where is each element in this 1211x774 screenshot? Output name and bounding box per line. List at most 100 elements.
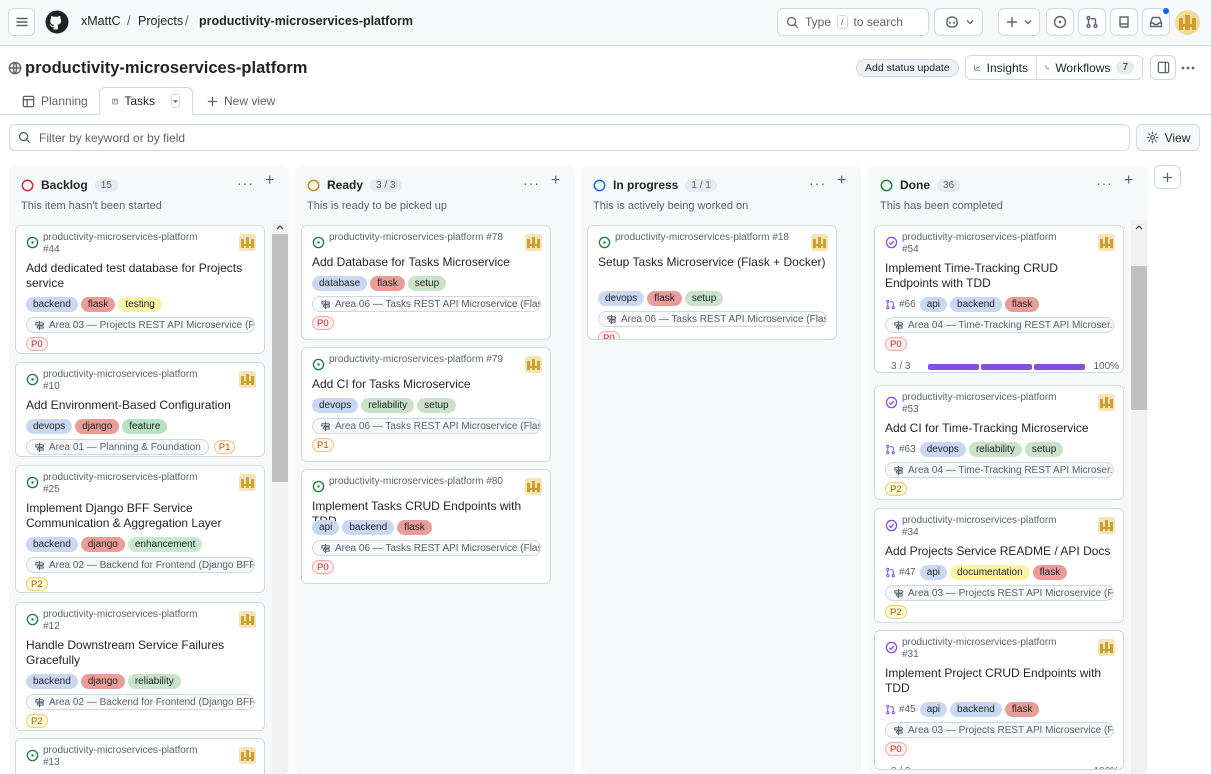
view-options-button[interactable]: View bbox=[1136, 124, 1200, 151]
priority-badge[interactable]: P0 bbox=[312, 316, 334, 330]
vertical-scrollbar[interactable] bbox=[272, 220, 288, 774]
column-menu-button[interactable]: ··· bbox=[237, 175, 254, 191]
issue-title[interactable]: Add dedicated test database for Projects… bbox=[26, 261, 254, 291]
column-menu-button[interactable]: ··· bbox=[523, 175, 540, 191]
assignee-avatar[interactable] bbox=[239, 747, 256, 764]
issue-card[interactable]: productivity-microservices-platform #25 Im… bbox=[15, 465, 265, 593]
insights-button[interactable]: Insights bbox=[965, 55, 1037, 80]
issue-reference[interactable]: productivity-microservices-platform #54 bbox=[902, 232, 1056, 256]
label-enhancement[interactable]: enhancement bbox=[127, 537, 203, 552]
assignee-avatar[interactable] bbox=[239, 234, 256, 251]
scroll-up-arrow[interactable] bbox=[272, 220, 288, 234]
assignee-avatar[interactable] bbox=[1098, 394, 1115, 411]
column-menu-button[interactable]: ··· bbox=[809, 175, 826, 191]
area-field[interactable]: Area 06 — Tasks REST API Microservice (F… bbox=[598, 311, 827, 327]
search-input[interactable]: Type / to search bbox=[777, 8, 929, 36]
add-item-button[interactable]: + bbox=[265, 172, 274, 190]
priority-badge[interactable]: P2 bbox=[26, 577, 48, 591]
issue-card[interactable]: productivity-microservices-platform #12 Ha… bbox=[15, 602, 265, 731]
linked-pull-request[interactable]: #63 bbox=[885, 444, 916, 455]
area-field[interactable]: Area 02 — Backend for Frontend (Django B… bbox=[26, 557, 255, 573]
label-devops[interactable]: devops bbox=[26, 419, 73, 434]
label-django[interactable]: django bbox=[75, 419, 120, 434]
issue-reference[interactable]: productivity-microservices-platform #12 bbox=[43, 609, 197, 633]
vertical-scrollbar[interactable] bbox=[1131, 220, 1147, 774]
side-panel-button[interactable] bbox=[1150, 55, 1176, 80]
label-flask[interactable]: flask bbox=[397, 520, 432, 535]
issue-card[interactable]: productivity-microservices-platform #44 Ad… bbox=[15, 225, 265, 354]
add-item-button[interactable]: + bbox=[551, 172, 560, 190]
assignee-avatar[interactable] bbox=[1098, 639, 1115, 656]
area-field[interactable]: Area 06 — Tasks REST API Microservice (F… bbox=[312, 540, 541, 556]
issue-card[interactable]: productivity-microservices-platform #80 I… bbox=[301, 469, 551, 584]
area-field[interactable]: Area 03 — Projects REST API Microservice… bbox=[885, 585, 1114, 601]
issue-title[interactable]: Add Environment-Based Configuration bbox=[26, 398, 254, 413]
label-flask[interactable]: flask bbox=[1032, 565, 1068, 580]
label-api[interactable]: api bbox=[919, 297, 948, 312]
pull-requests-button[interactable] bbox=[1078, 8, 1106, 36]
issue-card[interactable]: productivity-microservices-platform#13Do… bbox=[15, 738, 265, 774]
issue-card[interactable]: productivity-microservices-platform #31 Im… bbox=[874, 630, 1124, 770]
breadcrumb-project[interactable]: productivity-microservices-platform bbox=[199, 14, 413, 28]
issue-reference[interactable]: productivity-microservices-platform #34 bbox=[902, 515, 1056, 539]
label-reliability[interactable]: reliability bbox=[361, 398, 415, 413]
priority-badge[interactable]: P1 bbox=[312, 438, 334, 452]
issue-reference[interactable]: productivity-microservices-platform #53 bbox=[902, 392, 1056, 416]
label-documentation[interactable]: documentation bbox=[950, 565, 1030, 580]
label-backend[interactable]: backend bbox=[26, 674, 78, 689]
new-view-button[interactable]: New view bbox=[207, 87, 275, 115]
label-devops[interactable]: devops bbox=[312, 398, 359, 413]
tab-options-button[interactable] bbox=[171, 94, 180, 108]
label-flask[interactable]: flask bbox=[1004, 297, 1040, 312]
label-setup[interactable]: setup bbox=[417, 398, 456, 413]
area-field[interactable]: Area 02 — Backend for Frontend (Django B… bbox=[26, 694, 255, 710]
label-database[interactable]: database bbox=[312, 276, 368, 291]
assignee-avatar[interactable] bbox=[525, 356, 542, 373]
priority-badge[interactable]: P2 bbox=[885, 482, 907, 496]
issue-card[interactable]: productivity-microservices-platform #53 Ad… bbox=[874, 385, 1124, 500]
linked-pull-request[interactable]: #66 bbox=[885, 299, 916, 310]
assignee-avatar[interactable] bbox=[525, 478, 542, 495]
label-reliability[interactable]: reliability bbox=[968, 442, 1022, 457]
github-logo-icon[interactable] bbox=[45, 10, 69, 34]
label-testing[interactable]: testing bbox=[118, 297, 162, 312]
column-menu-button[interactable]: ··· bbox=[1096, 175, 1113, 191]
issue-reference[interactable]: productivity-microservices-platform #44 bbox=[43, 232, 197, 256]
issue-title[interactable]: Add Projects Service README / API Docs bbox=[885, 544, 1113, 559]
issue-card[interactable]: productivity-microservices-platform #34 Ad… bbox=[874, 508, 1124, 623]
issue-card[interactable]: productivity-microservices-platform #78 A… bbox=[301, 225, 551, 340]
assignee-avatar[interactable] bbox=[525, 234, 542, 251]
priority-badge[interactable]: P0 bbox=[26, 337, 48, 351]
label-setup[interactable]: setup bbox=[684, 291, 724, 306]
filter-input[interactable]: Filter by keyword or by field bbox=[9, 124, 1130, 151]
label-devops[interactable]: devops bbox=[598, 291, 645, 306]
label-django[interactable]: django bbox=[80, 537, 125, 552]
label-backend[interactable]: backend bbox=[26, 537, 78, 552]
issue-reference[interactable]: productivity-microservices-platform #78 bbox=[329, 232, 503, 244]
tab-planning[interactable]: Planning bbox=[22, 87, 88, 115]
add-column-button[interactable] bbox=[1154, 165, 1181, 189]
label-backend[interactable]: backend bbox=[950, 702, 1002, 717]
workflows-button[interactable]: Workflows 7 bbox=[1036, 55, 1143, 80]
area-field[interactable]: Area 03 — Projects REST API Microservice… bbox=[26, 317, 255, 333]
label-reliability[interactable]: reliability bbox=[127, 674, 181, 689]
tab-tasks[interactable]: Tasks bbox=[99, 87, 193, 115]
issue-card[interactable]: productivity-microservices-platform #10 Ad… bbox=[15, 362, 265, 457]
issue-reference[interactable]: productivity-microservices-platform #80 bbox=[329, 476, 503, 488]
create-new-button[interactable] bbox=[998, 8, 1040, 36]
issue-reference[interactable]: productivity-microservices-platform #10 bbox=[43, 369, 197, 393]
area-field[interactable]: Area 06 — Tasks REST API Microservice (F… bbox=[312, 418, 541, 434]
issue-reference[interactable]: productivity-microservices-platform #18 bbox=[615, 232, 789, 244]
scroll-thumb[interactable] bbox=[1131, 266, 1147, 410]
label-flask[interactable]: flask bbox=[1004, 702, 1040, 717]
label-api[interactable]: api bbox=[312, 520, 340, 535]
scroll-up-arrow[interactable] bbox=[1131, 220, 1147, 234]
issue-title[interactable]: Add Database for Tasks Microservice bbox=[312, 255, 540, 270]
label-flask[interactable]: flask bbox=[80, 297, 116, 312]
assignee-avatar[interactable] bbox=[1098, 234, 1115, 251]
issue-title[interactable]: Implement Django BFF Service Communicati… bbox=[26, 501, 254, 531]
scroll-thumb[interactable] bbox=[272, 234, 288, 482]
priority-badge[interactable]: P2 bbox=[885, 605, 907, 619]
assignee-avatar[interactable] bbox=[811, 234, 828, 251]
label-api[interactable]: api bbox=[919, 565, 948, 580]
